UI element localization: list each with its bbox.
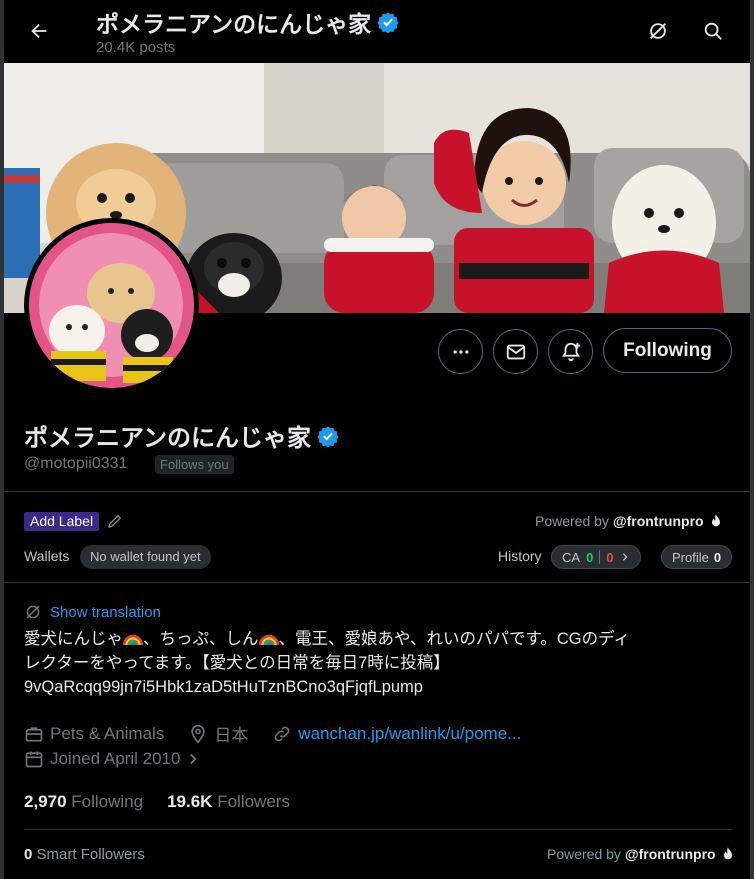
profile-meta-row: Pets & Animals 日本 wanchan.jp/wanlink/u/p… [24, 721, 521, 746]
profile-count: 0 [713, 549, 722, 565]
divider [24, 829, 732, 830]
more-dots-icon [453, 349, 468, 354]
powered-brand[interactable]: @frontrunpro [625, 846, 716, 862]
profile-history-pill[interactable]: Profile 0 [661, 545, 733, 569]
powered-by-text: Powered by [535, 513, 609, 529]
pencil-icon[interactable] [106, 512, 124, 530]
history-label: History [498, 548, 542, 564]
smart-followers[interactable]: 0 Smart Followers [24, 846, 145, 863]
bio-line-1b: 、ちっぷ、しん [143, 630, 259, 648]
follows-you-badge: Follows you [155, 455, 234, 474]
ca-label: CA [562, 549, 581, 565]
joined-row[interactable]: Joined April 2010 [24, 749, 200, 769]
link-icon [274, 726, 290, 741]
ca-green-count: 0 [586, 549, 594, 565]
profile-handle: @motopii0331 [24, 455, 128, 472]
header-title: ポメラニアンのにんじゃ家 [96, 5, 399, 39]
profile-bio: 愛犬にんじゃ 、ちっぷ、しん 、電王、愛娘あや、れいのパパです。CGのディ レクター… [24, 627, 724, 699]
joined-date: Joined April 2010 [50, 749, 181, 768]
followers-stat[interactable]: 19.6K Followers [167, 792, 290, 812]
location: 日本 [214, 726, 249, 745]
wallet-status: No wallet found yet [80, 545, 211, 569]
smart-followers-count: 0 [24, 846, 33, 863]
verified-badge-icon [377, 12, 399, 33]
ca-history-pill[interactable]: CA 0 0 [551, 545, 641, 569]
grok-button[interactable] [641, 14, 675, 48]
search-icon [704, 22, 722, 40]
followers-count: 19.6K [167, 792, 213, 811]
bio-line-1c: 、電王、愛娘あや、れいのパパです。CGのディ [278, 630, 630, 648]
location-pin-icon [191, 724, 205, 744]
following-count: 2,970 [24, 792, 67, 811]
bio-line-1: 愛犬にんじゃ 、ちっぷ、しん 、電王、愛娘あや、れいのパパです。CGのディ [24, 627, 724, 651]
translate-icon [26, 605, 40, 619]
bio-line-1a: 愛犬にんじゃ [24, 630, 123, 648]
display-name: ポメラニアンのにんじゃ家 [24, 425, 312, 452]
rainbow-emoji [123, 634, 143, 646]
chevron-right-icon [190, 753, 198, 765]
header-title-text: ポメラニアンのにんじゃ家 [96, 11, 372, 37]
bio-line-3: 9vQaRcqq99jn7i5Hbk1zaD5tHuTznBCno3qFjqfL… [24, 678, 423, 696]
powered-by-bottom: Powered by @frontrunpro [547, 846, 736, 862]
message-button[interactable] [493, 329, 538, 374]
profile-label: Profile [672, 549, 709, 565]
rainbow-emoji [258, 634, 279, 646]
powered-by-text: Powered by [547, 846, 621, 862]
followers-label: Followers [217, 792, 290, 811]
flame-icon [711, 514, 720, 527]
powered-by-top: Powered by @frontrunpro [535, 513, 724, 529]
arrow-left-icon [31, 23, 47, 39]
bell-plus-icon [561, 342, 580, 361]
following-button[interactable]: Following [603, 328, 732, 373]
add-label-button[interactable]: Add Label [24, 512, 100, 531]
back-button[interactable] [22, 14, 56, 48]
briefcase-icon [25, 726, 43, 741]
profile-avatar[interactable] [24, 218, 199, 393]
smart-followers-label: Smart Followers [36, 846, 145, 863]
category: Pets & Animals [50, 723, 165, 743]
show-translation-text: Show translation [50, 603, 161, 621]
powered-brand[interactable]: @frontrunpro [613, 513, 704, 529]
calendar-icon [25, 751, 43, 768]
following-stat[interactable]: 2,970 Following [24, 792, 143, 812]
chevron-right-icon [622, 553, 628, 561]
follow-stats: 2,970 Following 19.6K Followers [24, 792, 290, 812]
divider [4, 582, 750, 583]
grok-icon [650, 23, 666, 39]
avatar-photo [29, 223, 194, 388]
search-button[interactable] [696, 14, 730, 48]
notifications-button[interactable] [548, 329, 593, 374]
divider [4, 491, 750, 492]
ca-separator [599, 550, 601, 564]
bio-line-2: レクターをやってます。【愛犬との日常を毎日7時に投稿】 [24, 654, 450, 672]
following-label: Following [71, 792, 144, 811]
wallets-label: Wallets [24, 548, 70, 564]
show-translation-link[interactable]: Show translation [24, 603, 161, 621]
profile-header-bar: ポメラニアンのにんじゃ家 20.4K posts [4, 0, 750, 62]
envelope-icon [506, 344, 525, 359]
ca-red-count: 0 [606, 549, 614, 565]
verified-badge-icon [317, 425, 339, 447]
profile-link[interactable]: wanchan.jp/wanlink/u/pome... [298, 724, 521, 744]
profile-name: ポメラニアンのにんじゃ家 [24, 418, 339, 453]
more-button[interactable] [438, 329, 483, 374]
posts-count: 20.4K posts [96, 39, 176, 56]
flame-icon [723, 847, 732, 860]
